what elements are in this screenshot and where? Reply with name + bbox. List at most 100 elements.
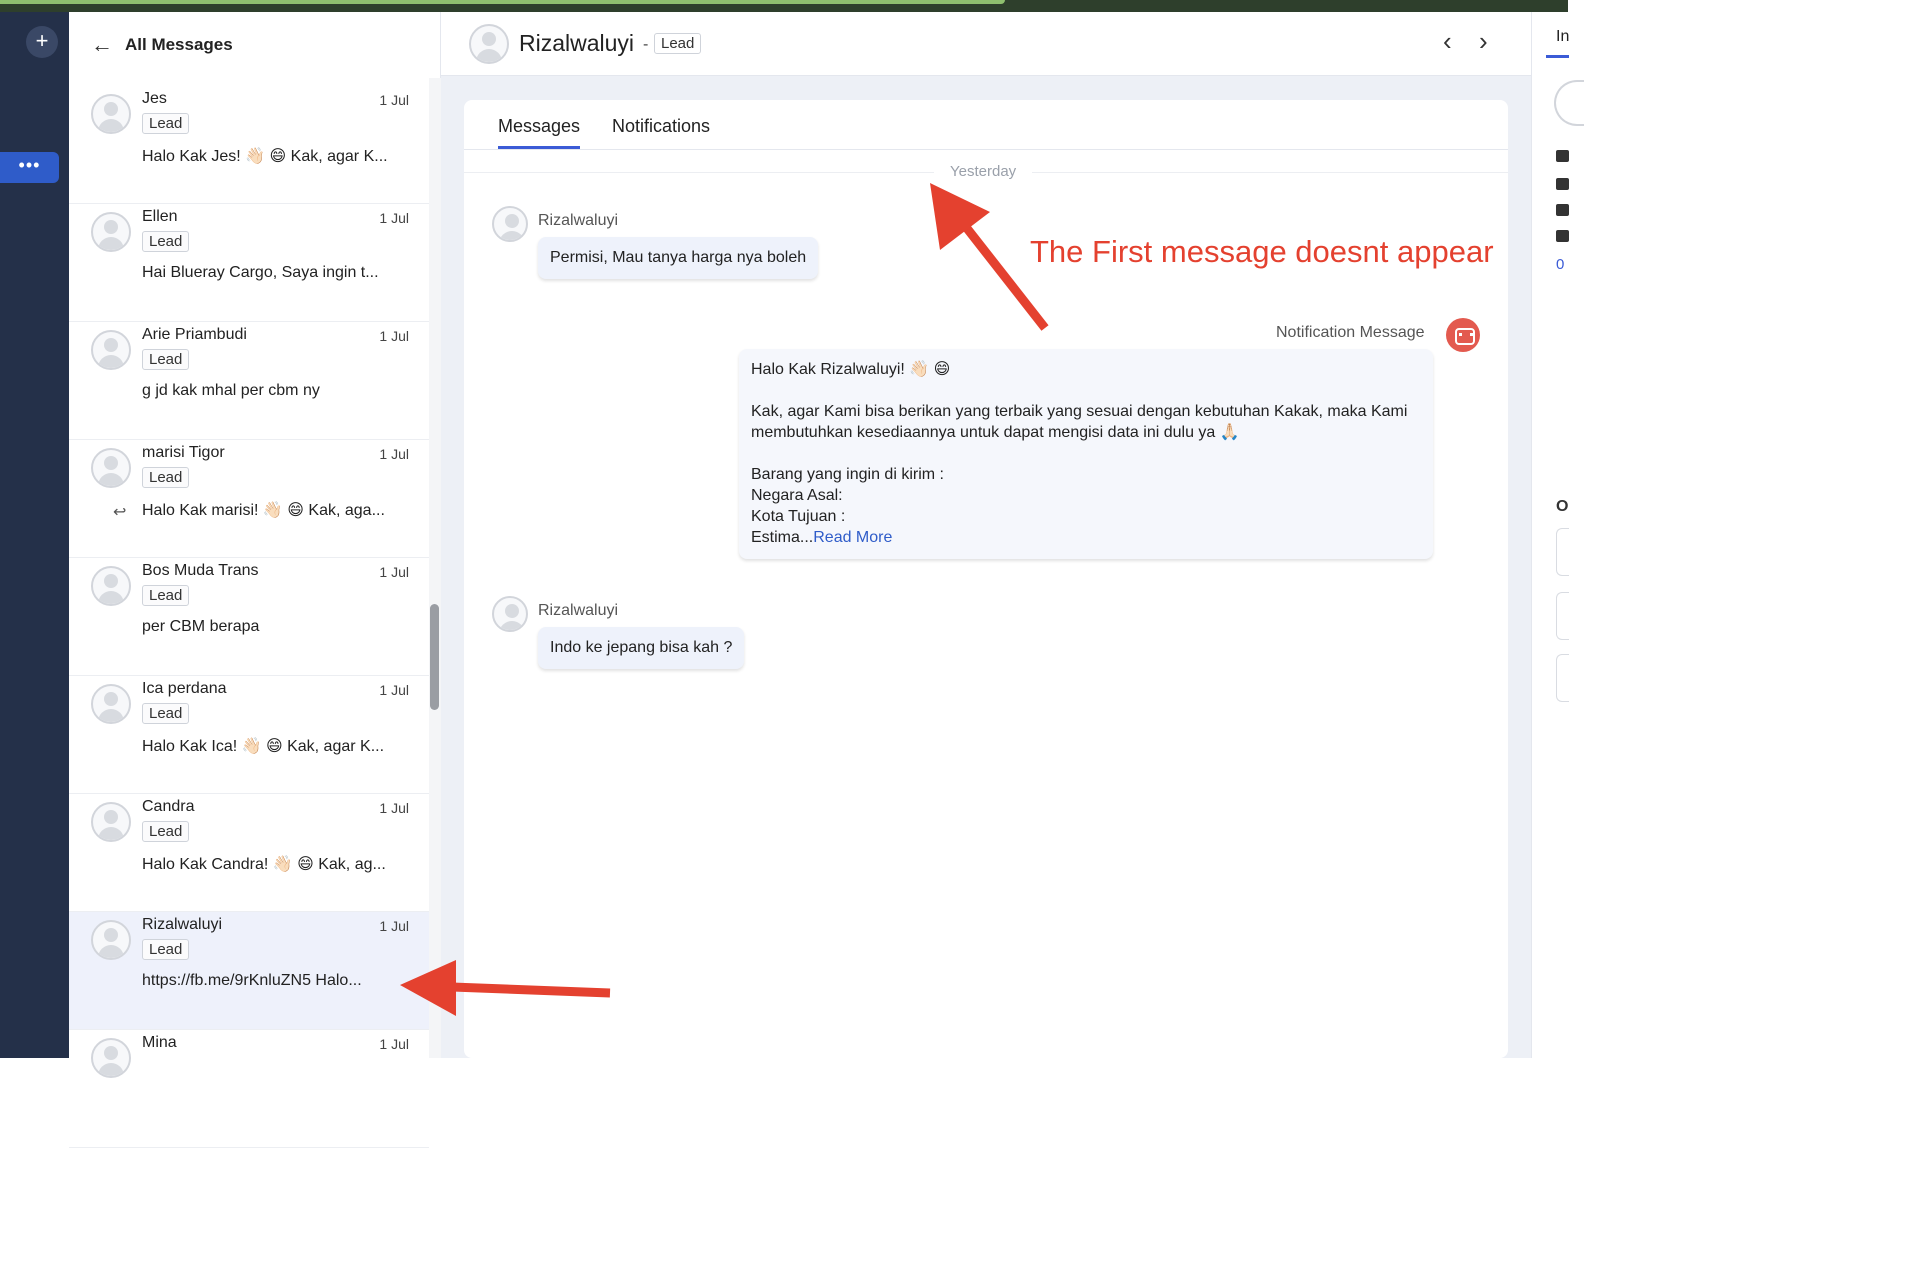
list-item[interactable]: Candra 1 Jul Lead Halo Kak Candra! 👋🏻 😄 Kak… [69, 794, 429, 912]
message-preview: g jd kak mhal per cbm ny [142, 382, 320, 399]
incoming-message-bubble: Permisi, Mau tanya harga nya boleh [538, 237, 819, 279]
incoming-message-bubble: Indo ke jepang bisa kah ? [538, 627, 745, 669]
message-sender: Rizalwaluyi [538, 602, 619, 619]
notification-line: Barang yang ingin di kirim : [751, 466, 944, 483]
sender-avatar [492, 596, 528, 632]
message-preview: per CBM berapa [142, 618, 260, 635]
contact-avatar [91, 448, 131, 488]
message-date: 1 Jul [379, 800, 409, 816]
chevron-left-icon[interactable]: ‹ [1443, 28, 1452, 54]
contact-avatar [91, 920, 131, 960]
notification-message-label: Notification Message [1276, 324, 1425, 341]
contact-avatar [91, 94, 131, 134]
day-label: Yesterday [934, 163, 1033, 180]
message-date: 1 Jul [379, 564, 409, 580]
list-item[interactable]: marisi Tigor 1 Jul Lead ↩ Halo Kak marisi! 👋… [69, 440, 429, 558]
message-date: 1 Jul [379, 682, 409, 698]
building-icon [1556, 150, 1569, 162]
lead-badge: Lead [142, 821, 190, 842]
info-tab[interactable]: In [1556, 28, 1569, 46]
list-scrollbar-track[interactable] [429, 78, 441, 1058]
list-item[interactable]: Ica perdana 1 Jul Lead Halo Kak Ica! 👋🏻 😄 K… [69, 676, 429, 794]
contact-lead-badge: Lead [654, 33, 702, 54]
contact-name: Rizalwaluyi [519, 30, 635, 56]
conversation-list-pane: ← All Messages Jes 1 Jul Lead Halo Kak Jes!… [69, 12, 441, 1148]
list-item[interactable]: Arie Priambudi 1 Jul Lead g jd kak mhal per… [69, 322, 429, 440]
notification-line: membutuhkan kesediaannya untuk dapat men… [751, 424, 1240, 441]
notification-message-bubble: Halo Kak Rizalwaluyi! 👋🏻 😄 Kak, agar Kam… [739, 349, 1433, 559]
info-tab-underline [1546, 55, 1569, 58]
contact-name: Jes [142, 90, 167, 107]
chevron-right-icon[interactable]: › [1479, 28, 1488, 54]
lead-badge: Lead [142, 113, 190, 134]
message-preview: Halo Kak marisi! 👋🏻 😄 Kak, aga... [142, 502, 385, 519]
bot-icon[interactable] [1446, 318, 1480, 352]
contact-avatar [91, 566, 131, 606]
tab-messages[interactable]: Messages [498, 116, 581, 149]
message-date: 1 Jul [379, 918, 409, 934]
list-item[interactable]: Jes 1 Jul Lead Halo Kak Jes! 👋🏻 😄 Kak, agar… [69, 86, 429, 204]
more-menu-button[interactable]: ••• [0, 152, 59, 183]
contact-name: Mina [142, 1034, 177, 1051]
ellipsis-icon: ••• [18, 155, 41, 175]
contact-avatar [91, 684, 131, 724]
contact-name: Bos Muda Trans [142, 562, 259, 579]
contact-name: Candra [142, 798, 195, 815]
lead-badge: Lead [142, 939, 190, 960]
mobile-icon [1556, 204, 1569, 216]
details-field[interactable] [1556, 654, 1569, 702]
list-scrollbar-thumb[interactable] [430, 604, 439, 710]
contact-name: Ellen [142, 208, 178, 225]
all-messages-title: All Messages [125, 35, 233, 54]
contact-avatar [91, 212, 131, 252]
reply-icon: ↩ [113, 504, 127, 521]
lead-badge: Lead [142, 703, 190, 724]
notification-line: Estima... [751, 529, 814, 546]
message-date: 1 Jul [379, 92, 409, 108]
sender-avatar [492, 206, 528, 242]
conversation-tabs: Messages Notifications [464, 100, 1508, 150]
contact-name: Ica perdana [142, 680, 227, 697]
message-preview: Hai Blueray Cargo, Saya ingin t... [142, 264, 379, 281]
message-preview: Halo Kak Jes! 👋🏻 😄 Kak, agar K... [142, 148, 388, 165]
list-item[interactable]: Mina 1 Jul [69, 1030, 429, 1148]
message-preview: https://fb.me/9rKnluZN5 Halo... [142, 972, 362, 989]
notification-line: Halo Kak Rizalwaluyi! 👋🏻 😄 [751, 361, 951, 378]
details-link[interactable]: 0 [1556, 256, 1564, 273]
message-preview: Halo Kak Ica! 👋🏻 😄 Kak, agar K... [142, 738, 385, 755]
message-preview: Halo Kak Candra! 👋🏻 😄 Kak, ag... [142, 856, 386, 873]
contact-avatar [469, 24, 509, 64]
contact-avatar [91, 1038, 131, 1078]
header-separator: - [643, 36, 649, 53]
list-item[interactable]: Bos Muda Trans 1 Jul Lead per CBM berapa [69, 558, 429, 676]
add-button[interactable]: + [26, 26, 58, 58]
message-date: 1 Jul [379, 1036, 409, 1052]
notification-line: Negara Asal: [751, 487, 843, 504]
details-field[interactable] [1556, 592, 1569, 640]
details-field[interactable] [1556, 528, 1569, 576]
contact-name: Arie Priambudi [142, 326, 247, 343]
all-messages-header[interactable]: ← All Messages [69, 12, 441, 78]
annotation-text: The First message doesnt appear [1030, 234, 1494, 269]
phone-icon [1556, 178, 1569, 190]
message-date: 1 Jul [379, 446, 409, 462]
read-more-link[interactable]: Read More [813, 529, 892, 546]
conversation-list: Jes 1 Jul Lead Halo Kak Jes! 👋🏻 😄 Kak, agar… [69, 86, 429, 1148]
email-icon [1556, 230, 1569, 242]
list-item[interactable]: Ellen 1 Jul Lead Hai Blueray Cargo, Saya in… [69, 204, 429, 322]
message-date: 1 Jul [379, 328, 409, 344]
contact-name: marisi Tigor [142, 444, 225, 461]
arrow-left-icon[interactable]: ← [91, 34, 113, 56]
contact-details-pane: In 0 O [1531, 12, 1584, 1058]
list-item[interactable]: Rizalwaluyi 1 Jul Lead https://fb.me/9rKnlu… [69, 912, 429, 1030]
browser-top-bar [0, 0, 1568, 12]
message-sender: Rizalwaluyi [538, 212, 619, 229]
details-section-title: O [1556, 498, 1569, 515]
details-avatar [1554, 80, 1584, 126]
plus-icon: + [35, 28, 49, 53]
conversation-header: Rizalwaluyi - Lead ‹ › [441, 12, 1531, 76]
contact-avatar [91, 802, 131, 842]
message-date: 1 Jul [379, 210, 409, 226]
tab-notifications[interactable]: Notifications [612, 116, 710, 137]
lead-badge: Lead [142, 231, 190, 252]
